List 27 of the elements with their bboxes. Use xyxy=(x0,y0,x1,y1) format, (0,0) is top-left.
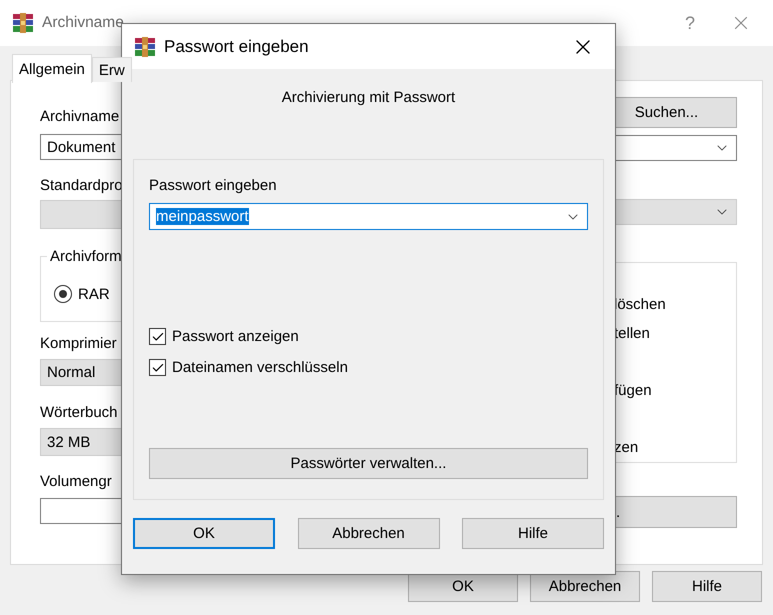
dialog-title: Passwort eingeben xyxy=(164,36,309,56)
field-label: Passwort eingeben xyxy=(149,177,277,195)
checkbox-label: Dateinamen verschlüsseln xyxy=(172,359,348,376)
checkbox[interactable] xyxy=(149,359,166,376)
dialog-button[interactable]: Hilfe xyxy=(462,518,604,549)
checkbox-label: Passwort anzeigen xyxy=(172,328,299,345)
field-label: Komprimier xyxy=(40,335,117,353)
field-label: Standardpro xyxy=(40,177,123,195)
field-label: Archivname xyxy=(40,108,120,126)
dialog-heading: Archivierung mit Passwort xyxy=(280,89,456,107)
password-field[interactable]: meinpasswort xyxy=(149,203,588,230)
archive-icon xyxy=(12,12,34,34)
field-label: Volumengr xyxy=(40,473,112,491)
tab[interactable]: Erw xyxy=(92,57,132,82)
window-title: Archivname xyxy=(42,14,124,32)
radio-label: RAR xyxy=(78,286,110,302)
checkbox[interactable] xyxy=(149,328,166,345)
manage-passwords-button[interactable]: Passwörter verwalten... xyxy=(149,448,588,479)
dialog-button[interactable]: OK xyxy=(133,518,275,549)
dialog-button[interactable]: Abbrechen xyxy=(530,571,640,602)
tab[interactable]: Allgemein xyxy=(12,54,92,83)
field-label: Wörterbuch xyxy=(40,404,118,422)
radio-button[interactable] xyxy=(54,285,72,303)
archive-icon xyxy=(134,36,156,58)
option-label: fügen xyxy=(614,382,653,400)
dialog-button[interactable]: Abbrechen xyxy=(298,518,440,549)
dialog-button[interactable]: Hilfe xyxy=(652,571,762,602)
